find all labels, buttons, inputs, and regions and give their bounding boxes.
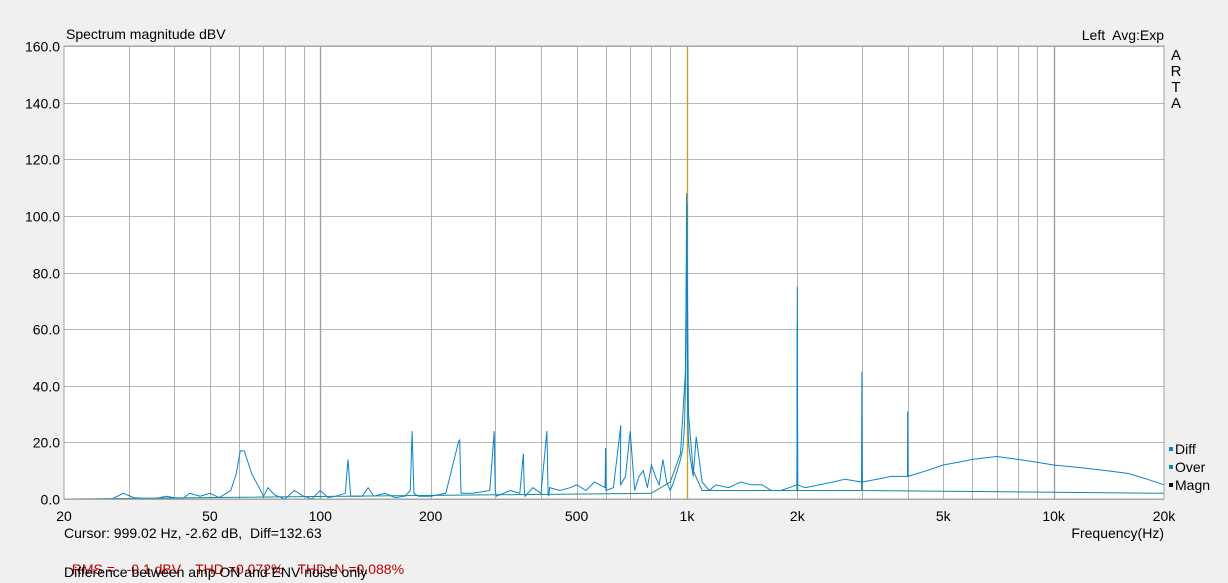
y-tick-labels: 0.0 20.0 40.0 60.0 80.0 100.0 120.0 140.0 160.0 <box>25 39 60 508</box>
legend-swatch-diff <box>1169 447 1173 451</box>
y-tick-label: 40.0 <box>33 379 60 395</box>
x-tick-label: 200 <box>419 508 443 524</box>
spectrum-chart: 0.020.040.060.080.0100.0120.0140.0160.0 … <box>25 39 1176 525</box>
legend-swatch-magn <box>1169 483 1173 487</box>
x-tick-label: 500 <box>565 508 589 524</box>
chart-title: Spectrum magnitude dBV <box>66 26 226 42</box>
legend: Diff Over Magn <box>1169 440 1210 494</box>
y-tick-label: 160.0 <box>25 39 60 55</box>
brand-letter: A <box>1170 95 1181 112</box>
x-tick-label: 20k <box>1153 508 1177 524</box>
legend-swatch-over <box>1169 465 1173 469</box>
y-tick-label: 0.0 <box>41 492 61 508</box>
brand-logo: A R T A <box>1169 48 1183 112</box>
legend-label: Magn <box>1175 477 1211 493</box>
x-tick-label: 50 <box>202 508 218 524</box>
brand-letter: R <box>1170 63 1182 80</box>
legend-label: Diff <box>1175 441 1196 457</box>
y-tick-label: 60.0 <box>33 322 60 338</box>
x-tick-label: 5k <box>936 508 952 524</box>
x-tick-label: 100 <box>309 508 333 524</box>
x-tick-labels: 20 50 100 200 500 1k 2k 5k 10k 20k <box>56 508 1176 524</box>
brand-letter: T <box>1171 79 1181 96</box>
y-tick-label: 20.0 <box>33 435 60 451</box>
x-axis-label: Frequency(Hz) <box>1071 525 1164 541</box>
cursor-readout: Cursor: 999.02 Hz, -2.62 dB, Diff=132.63 <box>64 525 322 541</box>
x-tick-label: 20 <box>56 508 72 524</box>
channel-averaging-info: Left Avg:Exp <box>1081 27 1164 43</box>
legend-item-magn[interactable]: Magn <box>1169 476 1210 494</box>
y-tick-label: 80.0 <box>33 266 60 282</box>
legend-label: Over <box>1175 459 1206 475</box>
measurement-note: Difference between amp ON and ENV noise … <box>64 564 368 580</box>
y-tick-label: 100.0 <box>25 209 60 225</box>
x-tick-label: 10k <box>1042 508 1066 524</box>
x-tick-label: 1k <box>680 508 696 524</box>
y-tick-label: 120.0 <box>25 152 60 168</box>
x-tick-label: 2k <box>790 508 806 524</box>
legend-item-diff[interactable]: Diff <box>1169 440 1210 458</box>
y-tick-label: 140.0 <box>25 96 60 112</box>
brand-letter: A <box>1170 47 1181 64</box>
legend-item-over[interactable]: Over <box>1169 458 1210 476</box>
plot-area <box>64 46 1164 499</box>
